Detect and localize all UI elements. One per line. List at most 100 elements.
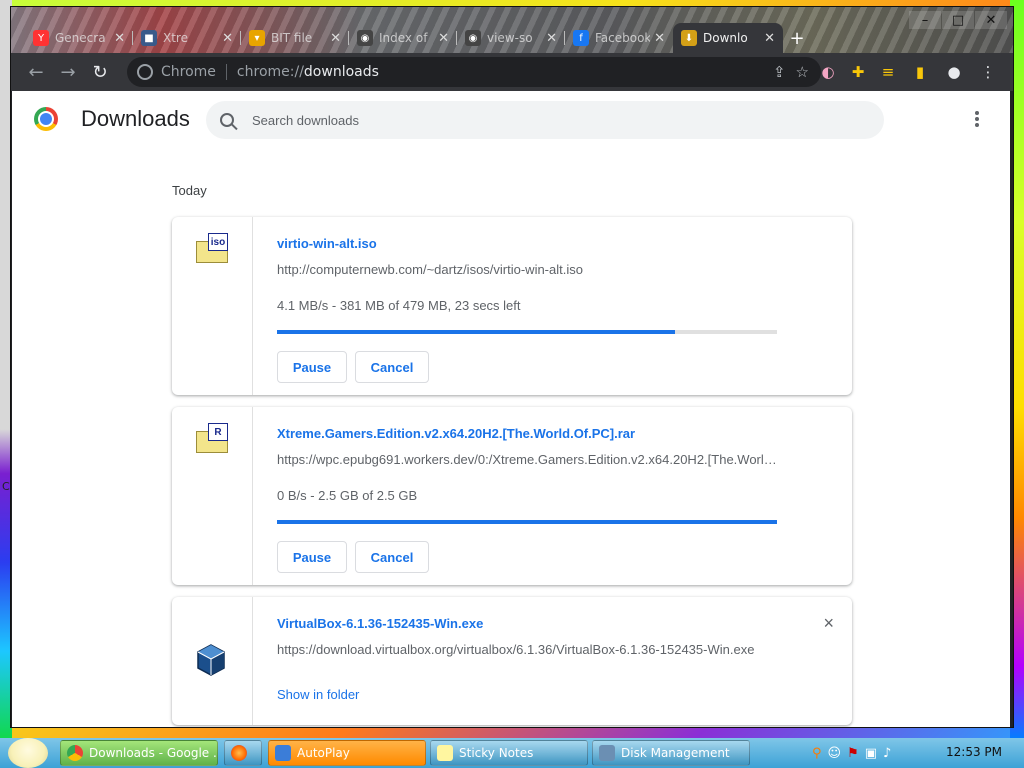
date-section-label: Today <box>172 183 207 198</box>
tab-label: Xtre <box>163 31 188 45</box>
back-arrow-icon[interactable]: ← <box>23 59 49 85</box>
tab-label: Facebook <box>595 31 651 45</box>
profile-flag-icon[interactable]: ◐ <box>817 61 839 83</box>
chrome-icon <box>67 745 83 761</box>
taskbar-item-firefox[interactable] <box>224 740 262 766</box>
chrome-page-icon <box>137 64 153 80</box>
tab-label: Genecra <box>55 31 106 45</box>
media-queue-icon[interactable]: ≡ <box>877 61 899 83</box>
github-icon: ◉ <box>357 30 373 46</box>
search-input[interactable] <box>252 112 852 128</box>
file-name-link[interactable]: Xtreme.Gamers.Edition.v2.x64.20H2.[The.W… <box>277 426 635 441</box>
file-url[interactable]: http://computernewb.com/~dartz/isos/virt… <box>277 262 777 277</box>
taskbar-item-label: Disk Management <box>621 746 730 760</box>
downloads-page: Downloads Today iso virtio-win-alt.iso h… <box>12 91 1010 727</box>
cancel-button[interactable]: Cancel <box>355 541 429 573</box>
progress-bar <box>277 520 777 524</box>
taskbar-item-label: Sticky Notes <box>459 746 534 760</box>
close-tab-icon[interactable]: ✕ <box>546 31 557 46</box>
window-controls: – □ ✕ <box>908 11 1007 29</box>
bookmark-star-icon[interactable]: ☆ <box>796 63 809 81</box>
remove-download-icon[interactable]: × <box>823 613 834 634</box>
tab-0[interactable]: Y Genecra ✕ <box>25 23 133 53</box>
side-panel-icon[interactable]: ▮ <box>909 61 931 83</box>
sticky-notes-icon <box>437 745 453 761</box>
search-bar[interactable] <box>206 101 884 139</box>
more-actions-icon[interactable] <box>967 109 987 129</box>
search-tray-icon[interactable]: ⚲ <box>812 746 822 761</box>
omnibox-divider <box>225 64 227 80</box>
close-tab-icon[interactable]: ✕ <box>438 31 449 46</box>
cancel-button[interactable]: Cancel <box>355 351 429 383</box>
search-icon <box>220 113 234 127</box>
extensions-puzzle-icon[interactable]: ✚ <box>847 61 869 83</box>
rar-file-icon: R <box>196 423 228 453</box>
clock[interactable]: 12:53 PM <box>946 745 1002 759</box>
taskbar-item-label: Downloads - Google ... <box>89 746 218 760</box>
profile-avatar-icon[interactable]: ● <box>943 61 965 83</box>
pause-button[interactable]: Pause <box>277 541 347 573</box>
scheme-label: Chrome <box>161 64 216 80</box>
minimize-button[interactable]: – <box>909 11 941 29</box>
progress-fill <box>277 330 675 334</box>
firefox-icon <box>231 745 247 761</box>
url-host: downloads <box>303 64 379 80</box>
taskbar-item-sticky-notes[interactable]: Sticky Notes <box>430 740 588 766</box>
forward-arrow-icon[interactable]: → <box>55 59 81 85</box>
close-tab-icon[interactable]: ✕ <box>222 31 233 46</box>
autoplay-icon <box>275 745 291 761</box>
chrome-logo-icon <box>34 107 58 131</box>
file-icon-column <box>172 597 253 725</box>
file-url[interactable]: https://wpc.epubg691.workers.dev/0:/Xtre… <box>277 452 777 467</box>
tab-5[interactable]: f Facebook ✕ <box>565 23 673 53</box>
tray-status-icon[interactable]: ☺ <box>828 746 842 761</box>
site-icon: ■ <box>141 30 157 46</box>
start-button[interactable] <box>8 738 48 768</box>
omnibox-actions: ⇪ ☆ <box>773 63 809 81</box>
tab-2[interactable]: ▾ BIT file ✕ <box>241 23 349 53</box>
taskbar-item-disk-management[interactable]: Disk Management <box>592 740 750 766</box>
reload-icon[interactable]: ↻ <box>87 59 113 85</box>
page-header: Downloads <box>12 91 1010 147</box>
close-window-button[interactable]: ✕ <box>975 11 1007 29</box>
download-item: iso virtio-win-alt.iso http://computerne… <box>172 217 852 395</box>
volume-icon[interactable]: ♪ <box>883 746 891 761</box>
facebook-icon: f <box>573 30 589 46</box>
network-icon[interactable]: ▣ <box>865 746 877 761</box>
tab-label: Index of <box>379 31 428 45</box>
file-url[interactable]: https://download.virtualbox.org/virtualb… <box>277 642 777 657</box>
download-status: 4.1 MB/s - 381 MB of 479 MB, 23 secs lef… <box>277 298 521 313</box>
close-tab-icon[interactable]: ✕ <box>654 31 665 46</box>
tab-3[interactable]: ◉ Index of ✕ <box>349 23 457 53</box>
tab-label: view-so <box>487 31 533 45</box>
close-tab-icon[interactable]: ✕ <box>330 31 341 46</box>
tab-4[interactable]: ◉ view-so ✕ <box>457 23 565 53</box>
browser-toolbar: ← → ↻ Chrome chrome:// downloads ⇪ ☆ ◐ ✚… <box>11 53 1013 91</box>
address-bar[interactable]: Chrome chrome:// downloads ⇪ ☆ <box>127 57 821 87</box>
close-tab-icon[interactable]: ✕ <box>764 31 775 46</box>
tab-downloads-active[interactable]: ⬇ Downlo ✕ <box>673 23 783 53</box>
pause-button[interactable]: Pause <box>277 351 347 383</box>
show-in-folder-link[interactable]: Show in folder <box>277 687 359 702</box>
file-name-link[interactable]: virtio-win-alt.iso <box>277 236 377 251</box>
close-tab-icon[interactable]: ✕ <box>114 31 125 46</box>
page-title: Downloads <box>81 106 190 131</box>
tab-1[interactable]: ■ Xtre ✕ <box>133 23 241 53</box>
download-tab-icon: ⬇ <box>681 30 697 46</box>
virtualbox-icon <box>197 644 225 676</box>
taskbar-item-autoplay[interactable]: AutoPlay <box>268 740 426 766</box>
download-item: VirtualBox-6.1.36-152435-Win.exe https:/… <box>172 597 852 725</box>
share-icon[interactable]: ⇪ <box>773 63 786 81</box>
iso-file-icon: iso <box>196 233 228 263</box>
new-tab-button[interactable]: + <box>783 23 811 53</box>
browser-menu-icon[interactable]: ⋮ <box>977 61 999 83</box>
progress-bar <box>277 330 777 334</box>
taskbar-item-label: AutoPlay <box>297 746 350 760</box>
action-center-icon[interactable]: ⚑ <box>847 746 859 761</box>
title-bar: Y Genecra ✕ ■ Xtre ✕ ▾ BIT file ✕ ◉ Inde… <box>11 7 1013 53</box>
file-name-link[interactable]: VirtualBox-6.1.36-152435-Win.exe <box>277 616 483 631</box>
taskbar-item-downloads[interactable]: Downloads - Google ... <box>60 740 218 766</box>
system-tray: ⚲ ☺ ⚑ ▣ ♪ <box>812 740 891 766</box>
tab-label: BIT file <box>271 31 313 45</box>
maximize-button[interactable]: □ <box>942 11 974 29</box>
